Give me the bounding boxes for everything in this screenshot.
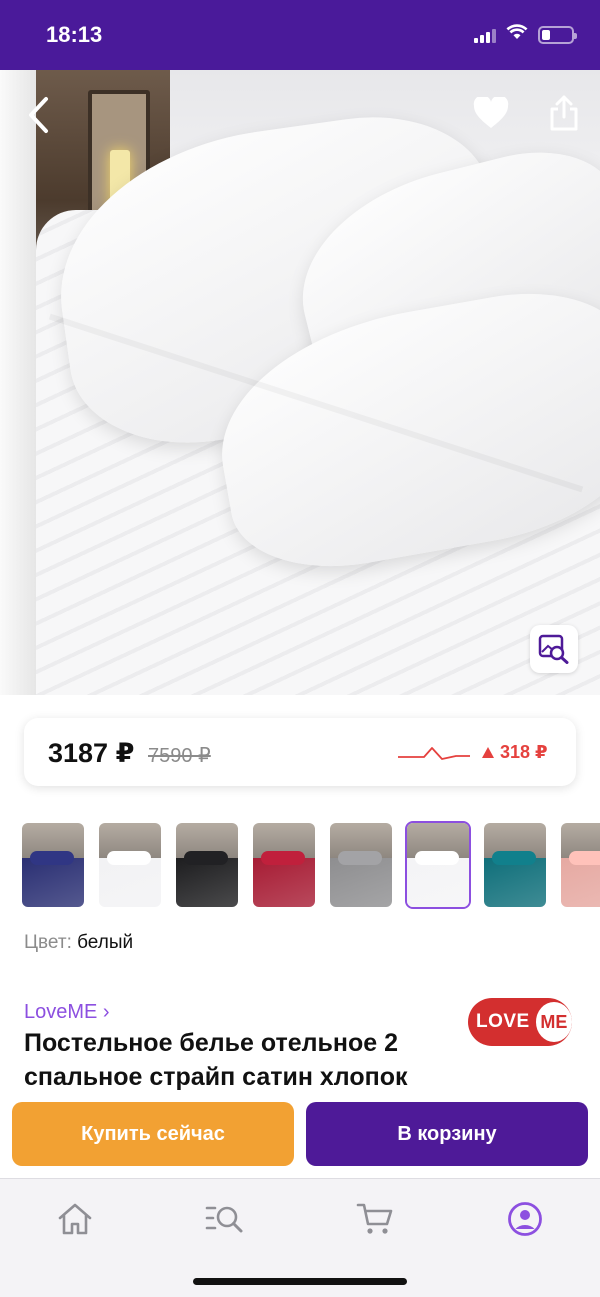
price-change-value: 318 ₽ bbox=[500, 742, 548, 762]
status-time: 18:13 bbox=[46, 22, 103, 47]
seller-logo[interactable]: LOVE ME bbox=[468, 998, 572, 1046]
tab-home[interactable] bbox=[53, 1197, 97, 1241]
home-indicator bbox=[193, 1278, 407, 1285]
old-price: 7590 ₽ bbox=[148, 745, 211, 767]
share-icon bbox=[550, 95, 578, 131]
favorite-button[interactable] bbox=[470, 92, 512, 134]
signal-icon bbox=[474, 27, 496, 43]
price-change: 318 ₽ bbox=[482, 742, 548, 763]
product-image[interactable] bbox=[0, 70, 600, 695]
tab-catalog[interactable] bbox=[203, 1197, 247, 1241]
image-search-icon bbox=[538, 634, 569, 664]
heart-icon bbox=[473, 97, 509, 128]
catalog-search-icon bbox=[205, 1206, 243, 1233]
status-bar: 18:13 bbox=[0, 0, 600, 70]
seller-logo-love: LOVE bbox=[476, 1011, 530, 1032]
back-button[interactable] bbox=[20, 95, 56, 135]
home-icon bbox=[58, 1203, 92, 1235]
chevron-left-icon bbox=[29, 97, 48, 133]
cart-icon bbox=[356, 1203, 393, 1234]
image-search-button[interactable] bbox=[530, 625, 578, 673]
buy-now-button[interactable]: Купить сейчас bbox=[12, 1102, 294, 1166]
arrow-up-icon bbox=[482, 747, 494, 758]
variant-white[interactable] bbox=[97, 821, 163, 909]
product-title: Постельное белье отельное 2 спальное стр… bbox=[24, 1029, 408, 1091]
price-card[interactable]: 3187 ₽ 7590 ₽ 318 ₽ bbox=[24, 718, 576, 786]
variant-pink[interactable] bbox=[559, 821, 600, 909]
color-label: Цвет: bbox=[24, 932, 72, 953]
price-history-sparkline bbox=[398, 747, 470, 760]
color-row: Цвет: белый bbox=[24, 932, 133, 954]
status-icons bbox=[474, 24, 577, 45]
variant-black[interactable] bbox=[174, 821, 240, 909]
share-button[interactable] bbox=[542, 90, 586, 136]
color-value: белый bbox=[77, 932, 134, 953]
wifi-icon bbox=[506, 24, 528, 45]
action-bar: Купить сейчас В корзину bbox=[0, 1090, 600, 1178]
color-variants bbox=[20, 821, 600, 909]
battery-icon bbox=[538, 25, 577, 44]
profile-icon bbox=[508, 1202, 542, 1236]
current-price: 3187 ₽ bbox=[48, 738, 135, 768]
add-to-cart-button[interactable]: В корзину bbox=[306, 1102, 588, 1166]
variant-burgundy[interactable] bbox=[251, 821, 317, 909]
variant-grey[interactable] bbox=[328, 821, 394, 909]
seller-logo-me: ME bbox=[535, 1002, 572, 1042]
tab-profile[interactable] bbox=[503, 1197, 547, 1241]
seller-link[interactable]: LoveME › bbox=[24, 1001, 110, 1024]
variant-teal[interactable] bbox=[482, 821, 548, 909]
variant-white-selected[interactable] bbox=[405, 821, 471, 909]
variant-navy[interactable] bbox=[20, 821, 86, 909]
tab-cart[interactable] bbox=[353, 1197, 397, 1241]
